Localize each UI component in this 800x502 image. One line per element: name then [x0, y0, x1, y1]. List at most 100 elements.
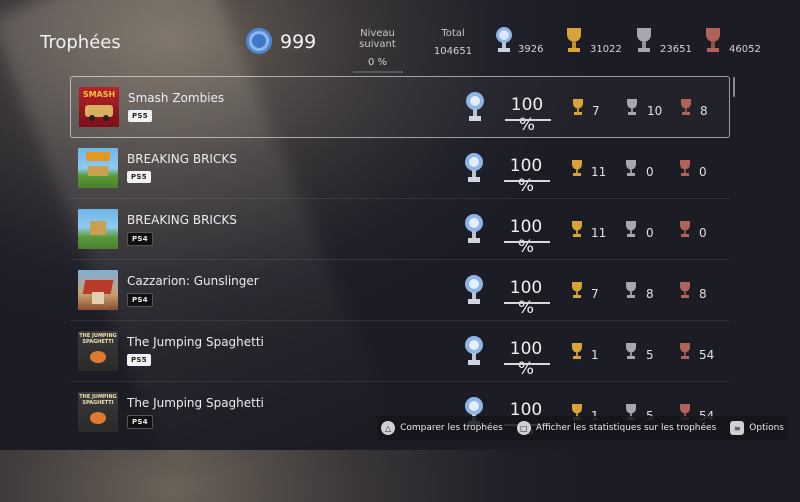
completion-bar	[504, 180, 550, 182]
silver-trophy-icon	[626, 343, 636, 359]
platform-badge: PS5	[127, 171, 151, 183]
bronze-total: 46052	[729, 44, 761, 55]
gold-count: 1	[591, 348, 599, 362]
gold-count: 7	[591, 287, 599, 301]
game-trophy-list: SMASH Smash Zombies PS5 100 % 7 10 8 BRE…	[70, 76, 730, 442]
game-row[interactable]: BREAKING BRICKS PS5 100 % 11 0 0	[70, 138, 730, 199]
silver-trophy-icon	[637, 28, 651, 52]
gold-total: 31022	[590, 44, 622, 55]
bronze-trophy-icon	[680, 282, 690, 298]
game-thumbnail	[78, 270, 118, 310]
trophy-level-badge-icon	[246, 28, 272, 54]
total-label: Total	[441, 28, 465, 39]
total-value: 104651	[433, 46, 473, 57]
game-title: Smash Zombies	[128, 91, 225, 105]
bronze-trophy-icon	[706, 28, 720, 52]
silver-count: 0	[646, 165, 654, 179]
bronze-count: 54	[699, 348, 715, 362]
silver-trophy-icon	[626, 221, 636, 237]
silver-count: 5	[646, 348, 654, 362]
platform-badge: PS5	[128, 110, 152, 122]
completion-bar	[504, 302, 550, 304]
completion-percent: 100 %	[510, 95, 544, 135]
gold-count: 11	[591, 165, 607, 179]
button-hint-bar: △ Comparer les trophées □ Afficher les s…	[377, 416, 788, 440]
next-level-value: 0 %	[367, 57, 388, 68]
game-thumbnail	[78, 209, 118, 249]
completion-percent: 100 %	[509, 339, 543, 379]
silver-trophy-icon	[627, 99, 637, 115]
next-level-stat: Niveau suivant 0 %	[345, 28, 410, 73]
thumbnail-logo-text: THE JUMPING SPAGHETTI	[79, 333, 117, 345]
platform-badge: PS5	[127, 354, 151, 366]
trophy-stats-label: Afficher les statistiques sur les trophé…	[535, 423, 717, 433]
game-row[interactable]: SMASH Smash Zombies PS5 100 % 7 10 8	[70, 76, 730, 138]
platinum-trophy-icon	[465, 214, 483, 243]
platinum-trophy-icon	[496, 27, 512, 52]
silver-count: 10	[647, 104, 663, 118]
platform-badge: PS4	[127, 293, 153, 307]
game-thumbnail: SMASH	[79, 87, 119, 127]
completion-percent: 100 %	[509, 217, 543, 257]
completion-bar	[504, 241, 550, 243]
game-title: The Jumping Spaghetti	[127, 335, 264, 349]
platform-badge: PS4	[127, 415, 153, 429]
gold-trophy-icon	[572, 221, 582, 237]
compare-trophies-hint[interactable]: △ Comparer les trophées	[381, 421, 503, 435]
next-level-label: Niveau suivant	[359, 28, 396, 50]
thumbnail-logo-text: SMASH	[82, 90, 116, 99]
gold-count: 11	[591, 226, 607, 240]
page-title: Trophées	[40, 32, 121, 53]
gold-trophy-icon	[572, 160, 582, 176]
game-thumbnail	[78, 148, 118, 188]
silver-count: 0	[646, 226, 654, 240]
next-level-progress-bar	[352, 71, 403, 73]
platinum-trophy-icon	[465, 275, 483, 304]
trophy-stats-hint[interactable]: □ Afficher les statistiques sur les trop…	[516, 421, 717, 435]
gold-trophy-icon	[573, 99, 583, 115]
game-thumbnail: THE JUMPING SPAGHETTI	[78, 392, 118, 432]
platinum-total: 3926	[518, 44, 544, 55]
platinum-trophy-icon	[465, 336, 483, 365]
game-row[interactable]: BREAKING BRICKS PS4 100 % 11 0 0	[70, 199, 730, 260]
platform-badge: PS4	[127, 232, 153, 246]
bronze-count: 8	[700, 104, 708, 118]
triangle-button-icon: △	[381, 421, 396, 435]
bronze-trophy-icon	[681, 99, 691, 115]
compare-trophies-label: Comparer les trophées	[400, 423, 503, 433]
bronze-count: 0	[699, 165, 707, 179]
list-scrollbar[interactable]	[733, 77, 735, 97]
completion-bar	[505, 119, 551, 121]
game-thumbnail: THE JUMPING SPAGHETTI	[78, 331, 118, 371]
options-button-icon: ≡	[730, 421, 745, 435]
options-label: Options	[749, 423, 784, 433]
game-title: BREAKING BRICKS	[127, 213, 237, 227]
gold-trophy-icon	[567, 28, 581, 52]
bronze-trophy-icon	[680, 221, 690, 237]
platinum-trophy-icon	[466, 92, 484, 121]
trophy-level: 999	[280, 31, 317, 53]
game-title: BREAKING BRICKS	[127, 152, 237, 166]
bronze-trophy-icon	[680, 160, 690, 176]
game-row[interactable]: Cazzarion: Gunslinger PS4 100 % 7 8 8	[70, 260, 730, 321]
thumbnail-logo-text: THE JUMPING SPAGHETTI	[79, 394, 117, 406]
gold-trophy-icon	[572, 343, 582, 359]
silver-trophy-icon	[626, 282, 636, 298]
completion-percent: 100 %	[509, 156, 543, 196]
bronze-count: 0	[699, 226, 707, 240]
gold-trophy-icon	[572, 282, 582, 298]
square-button-icon: □	[516, 421, 531, 435]
gold-count: 7	[592, 104, 600, 118]
total-stat: Total 104651	[432, 28, 474, 57]
options-hint[interactable]: ≡ Options	[730, 421, 784, 435]
game-title: Cazzarion: Gunslinger	[127, 274, 259, 288]
completion-percent: 100 %	[509, 278, 543, 318]
bronze-count: 8	[699, 287, 707, 301]
silver-trophy-icon	[626, 160, 636, 176]
game-row[interactable]: THE JUMPING SPAGHETTI The Jumping Spaghe…	[70, 321, 730, 382]
game-title: The Jumping Spaghetti	[127, 396, 264, 410]
bronze-trophy-icon	[680, 343, 690, 359]
completion-bar	[504, 363, 550, 365]
platinum-trophy-icon	[465, 153, 483, 182]
silver-total: 23651	[660, 44, 692, 55]
